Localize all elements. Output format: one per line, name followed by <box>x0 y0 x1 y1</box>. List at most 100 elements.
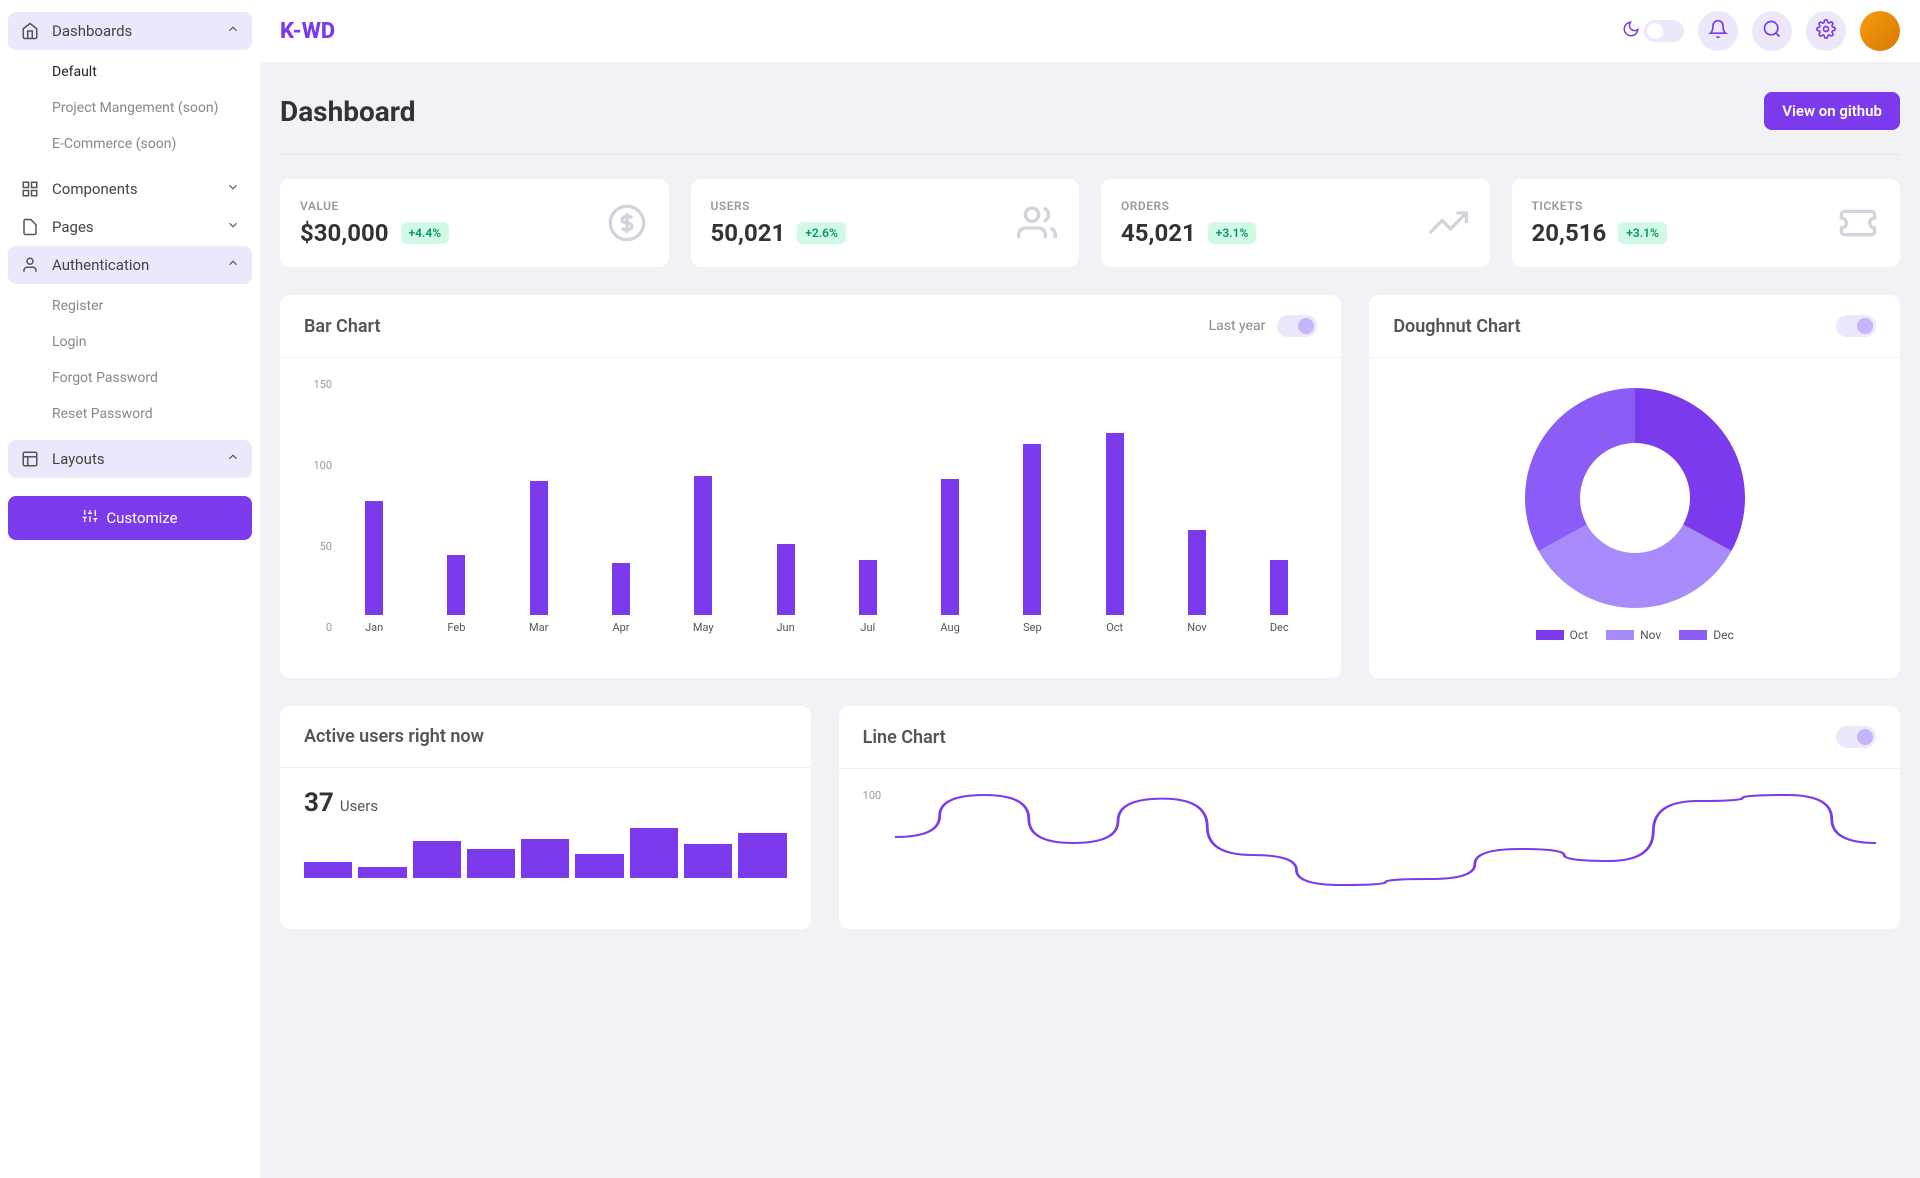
stat-label: VALUE <box>300 199 449 213</box>
chevron-down-icon <box>226 180 240 198</box>
bell-icon <box>1708 19 1728 43</box>
sidebar: Dashboards DefaultProject Mangement (soon… <box>0 0 260 1178</box>
sidebar-subitem-default[interactable]: Default <box>8 54 252 90</box>
main: K-WD Dashboard View on github <box>260 0 1920 1178</box>
sidebar-subitem-project-mangement-soon-[interactable]: Project Mangement (soon) <box>8 90 252 126</box>
doughnut-chart <box>1515 378 1755 618</box>
spark-bar <box>630 828 678 878</box>
sidebar-item-label: Layouts <box>52 450 105 468</box>
bar <box>1023 444 1041 615</box>
sidebar-subitem-e-commerce-soon-[interactable]: E-Commerce (soon) <box>8 126 252 162</box>
sidebar-subitem-reset-password[interactable]: Reset Password <box>8 396 252 432</box>
bar <box>447 555 465 615</box>
bar <box>1270 560 1288 615</box>
stat-label: USERS <box>711 199 846 213</box>
topbar: K-WD <box>260 0 1920 62</box>
sidebar-item-label: Pages <box>52 218 94 236</box>
line-chart-ytick: 100 <box>863 789 882 802</box>
grid-icon <box>20 180 40 198</box>
stat-delta: +2.6% <box>797 222 846 244</box>
sidebar-subitem-login[interactable]: Login <box>8 324 252 360</box>
stat-value: 20,516 <box>1532 219 1607 247</box>
chevron-up-icon <box>226 256 240 274</box>
bar-chart-period-toggle[interactable] <box>1277 315 1317 337</box>
bar <box>1106 433 1124 615</box>
sidebar-item-authentication[interactable]: Authentication <box>8 246 252 284</box>
bar-label: Feb <box>447 621 465 634</box>
sidebar-item-layouts[interactable]: Layouts <box>8 440 252 478</box>
sidebar-item-dashboards[interactable]: Dashboards <box>8 12 252 50</box>
sidebar-subitem-register[interactable]: Register <box>8 288 252 324</box>
search-icon <box>1762 19 1782 43</box>
notifications-button[interactable] <box>1698 11 1738 51</box>
line-chart <box>895 789 1876 909</box>
sidebar-item-label: Components <box>52 180 138 198</box>
avatar[interactable] <box>1860 11 1900 51</box>
line-chart-title: Line Chart <box>863 727 946 748</box>
spark-bar <box>467 849 515 878</box>
dollar-icon <box>605 201 649 245</box>
customize-button[interactable]: Customize <box>8 496 252 540</box>
sidebar-item-label: Dashboards <box>52 22 132 40</box>
dark-mode-toggle[interactable] <box>1644 20 1684 42</box>
stat-card-tickets: TICKETS 20,516 +3.1% <box>1512 179 1901 267</box>
line-chart-toggle[interactable] <box>1836 726 1876 748</box>
bar <box>777 544 795 615</box>
doughnut-chart-title: Doughnut Chart <box>1393 316 1520 337</box>
legend-item-oct: Oct <box>1536 628 1588 642</box>
bar-chart: 150100500 JanFebMarAprMayJunJulAugSepOct… <box>304 378 1317 658</box>
stat-value: 50,021 <box>711 219 786 247</box>
page-header: Dashboard View on github <box>280 82 1900 155</box>
active-users-count: 37 <box>304 788 334 818</box>
bar <box>365 501 383 615</box>
stat-label: ORDERS <box>1121 199 1256 213</box>
bar-label: May <box>693 621 714 634</box>
active-users-title: Active users right now <box>304 726 484 747</box>
spark-bar <box>304 862 352 878</box>
spark-bar <box>521 839 569 878</box>
bar <box>612 563 630 615</box>
chevron-down-icon <box>226 218 240 236</box>
doughnut-chart-toggle[interactable] <box>1836 315 1876 337</box>
sidebar-item-pages[interactable]: Pages <box>8 208 252 246</box>
users-icon <box>1015 201 1059 245</box>
stat-card-value: VALUE$30,000+4.4% <box>280 179 669 267</box>
sidebar-subitem-forgot-password[interactable]: Forgot Password <box>8 360 252 396</box>
view-on-github-button[interactable]: View on github <box>1764 92 1900 130</box>
bar-label: Apr <box>612 621 629 634</box>
search-button[interactable] <box>1752 11 1792 51</box>
bar <box>530 481 548 615</box>
spark-bar <box>575 854 623 878</box>
spark-bar <box>684 844 732 878</box>
stat-card-users: USERS 50,021 +2.6% <box>691 179 1080 267</box>
bar-label: Mar <box>529 621 548 634</box>
spark-bar <box>738 833 786 878</box>
bar-label: Jun <box>776 621 794 634</box>
stat-value: 45,021 <box>1121 219 1196 247</box>
bar-chart-card: Bar Chart Last year 150100500 JanFebMarA… <box>280 295 1341 678</box>
customize-label: Customize <box>106 509 177 527</box>
bar-label: Nov <box>1187 621 1206 634</box>
bar-label: Jan <box>365 621 383 634</box>
spark-bar <box>413 841 461 878</box>
bar <box>941 479 959 615</box>
gear-icon <box>1816 19 1836 43</box>
trend-icon <box>1426 201 1470 245</box>
bar-label: Dec <box>1270 621 1289 634</box>
user-icon <box>20 256 40 274</box>
stat-delta: +3.1% <box>1618 222 1667 244</box>
bar <box>1188 530 1206 615</box>
stat-label: TICKETS <box>1532 199 1667 213</box>
sliders-icon <box>82 508 98 528</box>
layout-icon <box>20 450 40 468</box>
ticket-icon <box>1836 201 1880 245</box>
stat-delta: +3.1% <box>1208 222 1257 244</box>
legend-item-nov: Nov <box>1606 628 1661 642</box>
stats-row: VALUE$30,000+4.4% USERS 50,021 +2.6% ORDERS 4… <box>280 179 1900 267</box>
brand-logo[interactable]: K-WD <box>280 19 335 44</box>
bar <box>859 560 877 615</box>
sidebar-item-components[interactable]: Components <box>8 170 252 208</box>
settings-button[interactable] <box>1806 11 1846 51</box>
bar-label: Sep <box>1023 621 1042 634</box>
page-title: Dashboard <box>280 95 416 128</box>
